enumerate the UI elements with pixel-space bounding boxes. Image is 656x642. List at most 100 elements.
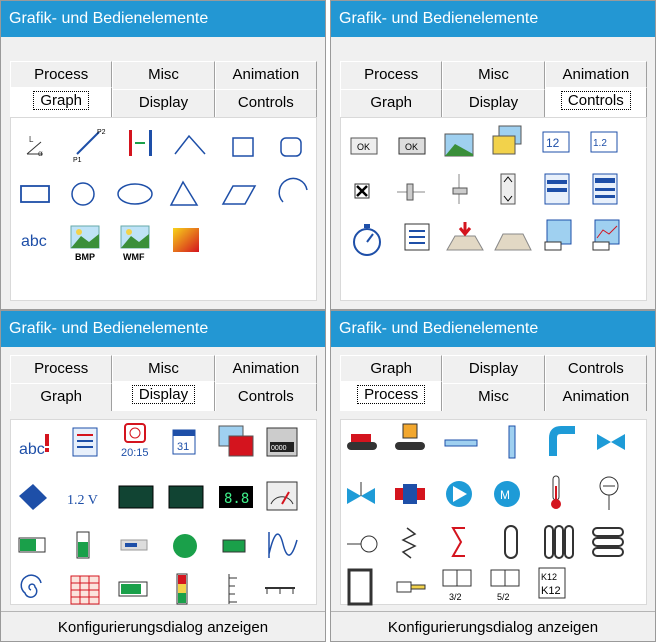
motor-icon[interactable]: M (494, 481, 520, 507)
heat-exchanger-icon[interactable] (592, 527, 624, 557)
triangle-icon[interactable] (169, 180, 199, 206)
tab-controls[interactable]: Controls (214, 383, 317, 411)
tab-graph[interactable]: Graph (10, 383, 113, 411)
tab-misc[interactable]: Misc (442, 61, 545, 89)
pipe-elbow-icon[interactable] (549, 426, 575, 456)
arc-icon[interactable] (278, 177, 308, 203)
table-icon[interactable] (70, 575, 100, 605)
value-display-icon[interactable]: 1.2 V (67, 493, 98, 508)
image-button-icon[interactable] (444, 133, 474, 157)
color-scale-icon[interactable] (176, 573, 188, 605)
picture-display-icon[interactable] (218, 425, 254, 457)
combo-box-icon[interactable] (592, 173, 618, 205)
lcd-display-icon[interactable]: 0000 (266, 427, 298, 457)
conveyor-load-icon[interactable] (395, 423, 425, 450)
text-icon[interactable]: abc (21, 233, 47, 250)
gauge-sensor-icon[interactable] (599, 476, 619, 510)
tab-graph[interactable]: Graph (340, 89, 443, 117)
tab-display[interactable]: Display (442, 355, 545, 383)
config-dialog-button[interactable]: Konfigurierungsdialog anzeigen (1, 611, 325, 641)
relay-k12-icon[interactable]: K12 K12 (538, 567, 566, 599)
indicator-icon[interactable] (222, 539, 246, 553)
tab-animation[interactable]: Animation (544, 61, 647, 89)
tab-controls[interactable]: Controls (544, 355, 647, 383)
seven-segment-icon[interactable]: 8.8 (219, 486, 253, 508)
pump-block-icon[interactable] (395, 484, 425, 504)
dialog-chart-icon[interactable] (592, 219, 620, 251)
wmf-image-icon[interactable]: WMF (120, 225, 150, 262)
spin-field-icon[interactable]: 1.2 (590, 131, 618, 153)
numeric-field-icon[interactable]: 12 (542, 131, 570, 153)
tab-process[interactable]: Process (340, 381, 443, 411)
pump-icon[interactable] (446, 481, 472, 507)
tab-misc[interactable]: Misc (112, 61, 215, 89)
tab-animation[interactable]: Animation (214, 61, 317, 89)
tab-misc[interactable]: Misc (112, 355, 215, 383)
message-list-icon[interactable] (72, 427, 98, 457)
ok-button-icon[interactable]: OK (350, 137, 378, 155)
config-dialog-button[interactable]: Konfigurierungsdialog anzeigen (331, 611, 655, 641)
pipe-vertical-icon[interactable] (508, 425, 516, 459)
tab-misc[interactable]: Misc (442, 383, 545, 411)
tab-display[interactable]: Display (442, 89, 545, 117)
wide-rectangle-icon[interactable] (20, 185, 50, 203)
spring-icon[interactable] (401, 527, 417, 559)
vertical-scale-icon[interactable] (228, 574, 237, 604)
tab-controls[interactable]: Controls (214, 89, 317, 117)
line-icon[interactable]: P2 P1 (73, 129, 106, 164)
clock-icon[interactable]: 20:15 (121, 423, 149, 459)
horizontal-bar-icon[interactable] (18, 537, 46, 553)
vertical-bar-icon[interactable] (76, 531, 90, 559)
bmp-image-icon[interactable]: BMP (70, 225, 100, 262)
pipe-horizontal-icon[interactable] (444, 439, 478, 447)
tab-animation[interactable]: Animation (544, 383, 647, 411)
scrollbar-icon[interactable] (500, 173, 516, 205)
analog-meter-icon[interactable] (266, 481, 298, 511)
tab-process[interactable]: Process (10, 355, 113, 383)
angle-icon[interactable]: Lα (26, 135, 43, 158)
valve-icon[interactable] (597, 434, 625, 450)
slider-horizontal-icon[interactable] (397, 183, 425, 201)
orifice-icon[interactable] (347, 535, 378, 553)
bar-display-icon[interactable] (19, 484, 47, 510)
battery-bar-icon[interactable] (118, 581, 148, 597)
ok-button-pressed-icon[interactable]: OK (398, 137, 426, 155)
multi-tank-icon[interactable] (544, 525, 574, 559)
alarm-text-icon[interactable]: abc (19, 434, 49, 458)
list-view-icon[interactable] (404, 223, 430, 251)
rectangle-icon[interactable] (232, 137, 254, 157)
checkbox-icon[interactable] (354, 183, 370, 199)
matrix-display-icon[interactable] (118, 485, 154, 509)
level-bar-icon[interactable] (120, 539, 148, 551)
stopwatch-icon[interactable] (353, 224, 381, 256)
tab-display[interactable]: Display (112, 89, 215, 117)
cylinder-icon[interactable] (396, 581, 426, 593)
valve-5-2-icon[interactable]: 5/2 (490, 569, 520, 602)
circle-icon[interactable] (71, 182, 95, 206)
dialog-button-icon[interactable] (544, 219, 572, 251)
trend-curve-icon[interactable] (268, 532, 298, 558)
tab-display[interactable]: Display (112, 381, 215, 411)
horizontal-scale-icon[interactable] (265, 587, 295, 594)
control-valve-icon[interactable] (347, 482, 375, 504)
list-box-icon[interactable] (544, 173, 570, 205)
parallelogram-icon[interactable] (221, 185, 257, 205)
valve-3-2-icon[interactable]: 3/2 (442, 569, 472, 602)
tab-process[interactable]: Process (10, 61, 113, 89)
conveyor-icon[interactable] (347, 434, 377, 450)
slider-vertical-icon[interactable] (452, 174, 468, 204)
tab-controls[interactable]: Controls (544, 87, 647, 117)
lamp-icon[interactable] (173, 534, 197, 558)
push-button-down-icon[interactable] (446, 222, 484, 251)
tab-graph[interactable]: Graph (340, 355, 443, 383)
spiral-icon[interactable] (20, 574, 42, 598)
gradient-icon[interactable] (173, 228, 199, 252)
heater-icon[interactable] (451, 527, 465, 557)
tab-graph[interactable]: Graph (10, 87, 113, 117)
marker-line-icon[interactable] (129, 130, 152, 156)
rounded-rectangle-icon[interactable] (280, 137, 302, 157)
polyline-icon[interactable] (174, 134, 206, 155)
push-button-up-icon[interactable] (494, 233, 532, 251)
multi-image-icon[interactable] (492, 125, 522, 155)
calendar-icon[interactable]: 31 (172, 429, 196, 455)
